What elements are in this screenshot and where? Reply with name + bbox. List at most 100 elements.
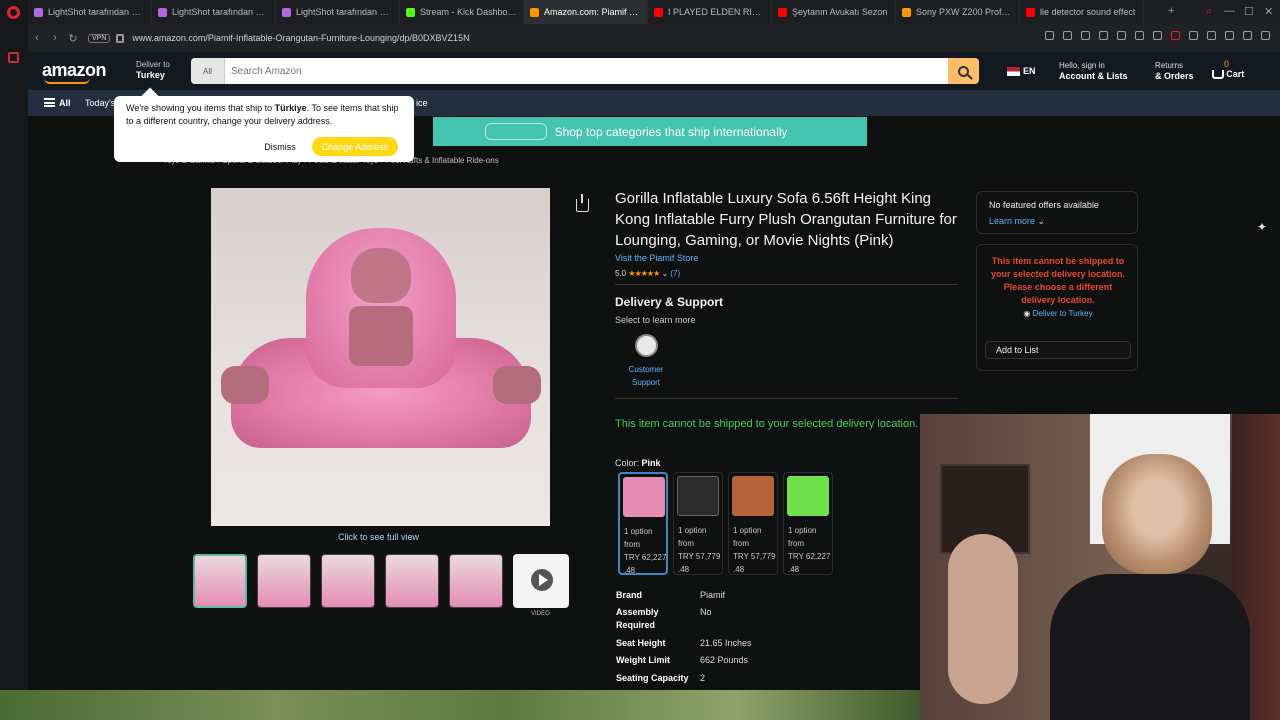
- intl-shipping-banner[interactable]: Shop top categories that ship internatio…: [433, 117, 867, 146]
- sidebar-app-icon[interactable]: [8, 52, 19, 63]
- heart-icon[interactable]: [1153, 31, 1162, 40]
- download-icon[interactable]: [1243, 31, 1252, 40]
- search-icon: [958, 65, 969, 77]
- webcam-overlay: [920, 414, 1280, 720]
- gorilla-chest: [349, 306, 413, 366]
- tab-5-active[interactable]: Amazon.com: Piamif Gori: [524, 0, 648, 24]
- webcam-person-head: [1102, 454, 1212, 574]
- thumbnail-5[interactable]: [449, 554, 503, 608]
- tab-9[interactable]: lie detector sound effect: [1020, 0, 1144, 24]
- see-full-view-link[interactable]: Click to see full view: [338, 532, 419, 542]
- tab-favicon-icon: [158, 7, 167, 17]
- store-link[interactable]: Visit the Piamif Store: [615, 253, 698, 263]
- tab-1[interactable]: LightShot tarafından Ekr: [28, 0, 152, 24]
- offers-box: No featured offers available Learn more …: [976, 191, 1138, 234]
- shield-icon[interactable]: [1081, 31, 1090, 40]
- swatch-image: [732, 476, 774, 516]
- delivery-support-title: Delivery & Support: [615, 295, 724, 309]
- dismiss-button[interactable]: Dismiss: [254, 138, 306, 156]
- tab-8[interactable]: Sony PXW Z200 Profesy: [896, 0, 1020, 24]
- search-tabs-icon[interactable]: ⌕: [1206, 5, 1212, 18]
- change-address-button[interactable]: Change Address: [312, 137, 398, 156]
- url-field[interactable]: www.amazon.com/Piamif-Inflatable-Orangut…: [132, 33, 469, 43]
- thumbnail-4[interactable]: [385, 554, 439, 608]
- bookmark-icon[interactable]: [1045, 31, 1054, 40]
- tab-favicon-icon: [1026, 7, 1035, 17]
- rating[interactable]: 5.0 ★★★★★ ⌄ (7): [615, 269, 680, 278]
- spec-key: Assembly Required: [616, 607, 659, 630]
- tab-favicon-icon: [654, 7, 663, 17]
- learn-more-link[interactable]: Learn more ⌄: [989, 216, 1045, 227]
- close-window-icon[interactable]: ✕: [1264, 5, 1273, 18]
- minimize-icon[interactable]: —: [1224, 5, 1235, 17]
- all-menu[interactable]: All: [59, 98, 71, 108]
- deliver-to[interactable]: Deliver to Turkey: [136, 60, 170, 81]
- thumbnail-1[interactable]: [193, 554, 247, 608]
- tab-favicon-icon: [282, 7, 291, 17]
- video-thumbnail[interactable]: [513, 554, 569, 608]
- tab-favicon-icon: [34, 7, 43, 17]
- gameplay-footage-strip: [0, 690, 920, 720]
- tab-7[interactable]: Şeytanın Avukatı Sezon: [772, 0, 896, 24]
- spec-value: 21.65 Inches: [700, 638, 752, 648]
- color-label: Color: Pink: [615, 458, 661, 468]
- search-input[interactable]: [229, 58, 909, 84]
- color-swatch-brown[interactable]: 1 option from TRY 57,779.48: [728, 472, 778, 575]
- new-tab-icon[interactable]: +: [1168, 5, 1174, 17]
- thumbnail-2[interactable]: [257, 554, 311, 608]
- maximize-icon[interactable]: ☐: [1244, 5, 1254, 18]
- tab-3[interactable]: LightShot tarafından Ekr: [276, 0, 400, 24]
- search-button[interactable]: [948, 58, 979, 84]
- color-swatch-pink[interactable]: 1 option from TRY 62,227.48: [618, 472, 668, 575]
- swatch-image: [787, 476, 829, 516]
- snapshot-icon[interactable]: [1063, 31, 1072, 40]
- nav-link-partial[interactable]: ice: [416, 98, 428, 108]
- amazon-header: amazon Deliver to Turkey All EN Hello, s…: [28, 52, 1280, 90]
- extension-icon[interactable]: [1189, 31, 1198, 40]
- lock-icon[interactable]: [116, 33, 125, 43]
- extensions-puzzle-icon[interactable]: [1207, 31, 1216, 40]
- translate-icon[interactable]: [1099, 31, 1108, 40]
- vpn-badge[interactable]: VPN: [88, 33, 111, 43]
- back-icon[interactable]: ‹: [28, 32, 46, 44]
- truck-icon: [485, 123, 547, 140]
- menu-icon[interactable]: [1261, 31, 1270, 40]
- color-swatch-green[interactable]: 1 option from TRY 62,227.48: [783, 472, 833, 575]
- tab-favicon-icon: [530, 7, 539, 17]
- deliver-to-link[interactable]: ◉ Deliver to Turkey: [987, 309, 1129, 318]
- hamburger-icon[interactable]: [44, 98, 55, 107]
- product-main-image[interactable]: [211, 188, 550, 526]
- cart-icon: [1212, 70, 1224, 80]
- browser-sidebar: [0, 0, 28, 720]
- toolbar-icons: [1045, 31, 1270, 40]
- account-menu[interactable]: Hello, sign in Account & Lists: [1059, 61, 1128, 82]
- color-swatch-black[interactable]: 1 option from TRY 57,779.48: [673, 472, 723, 575]
- language-selector[interactable]: EN: [1007, 66, 1036, 77]
- profile-icon[interactable]: [1225, 31, 1234, 40]
- adblock-icon[interactable]: [1171, 31, 1180, 40]
- tab-4[interactable]: Stream - Kick Dashboard: [400, 0, 524, 24]
- tab-2[interactable]: LightShot tarafından Ekr: [152, 0, 276, 24]
- search-category-select[interactable]: All: [191, 58, 225, 84]
- divider: [615, 284, 958, 285]
- tab-favicon-icon: [778, 7, 787, 17]
- webcam-person-body: [1050, 574, 1250, 720]
- customer-support-link[interactable]: Customer Support: [620, 363, 672, 389]
- popover-text: We're showing you items that ship to Tür…: [126, 103, 399, 126]
- add-to-list-button[interactable]: Add to List: [985, 341, 1131, 359]
- returns-orders[interactable]: Returns & Orders: [1155, 61, 1194, 82]
- share-icon[interactable]: [576, 194, 589, 212]
- todays-deals-link[interactable]: Today's: [85, 98, 115, 108]
- play-icon[interactable]: [1117, 31, 1126, 40]
- pin-icon[interactable]: [1135, 31, 1144, 40]
- opera-logo-icon[interactable]: [7, 6, 20, 19]
- customer-support-icon[interactable]: [635, 334, 658, 357]
- tab-6[interactable]: I PLAYED ELDEN RING O: [648, 0, 772, 24]
- ai-assistant-icon[interactable]: ✦: [1257, 220, 1267, 234]
- forward-icon[interactable]: ›: [46, 32, 64, 44]
- product-title: Gorilla Inflatable Luxury Sofa 6.56ft He…: [615, 190, 957, 249]
- video-label: VIDEO: [531, 611, 550, 617]
- cart[interactable]: 0 Cart: [1212, 59, 1244, 80]
- reload-icon[interactable]: ↻: [64, 32, 82, 45]
- thumbnail-3[interactable]: [321, 554, 375, 608]
